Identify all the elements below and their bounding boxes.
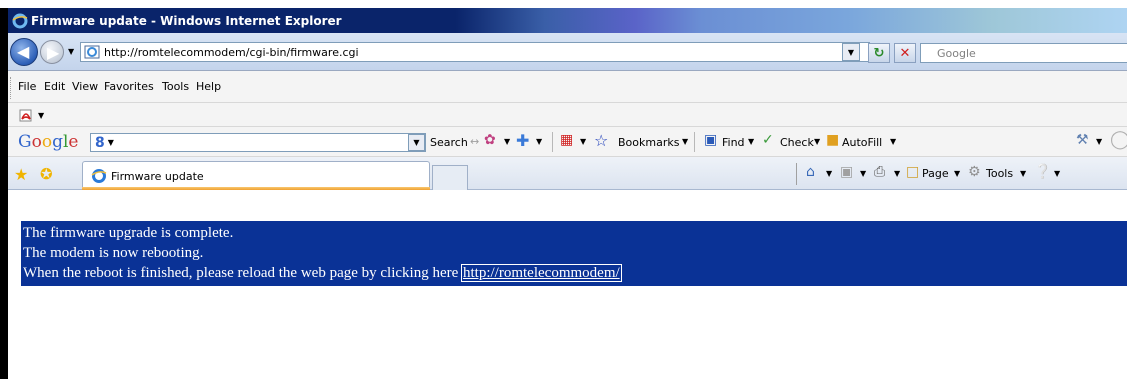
recent-pages-dropdown-icon[interactable]: ▼: [68, 47, 74, 56]
stop-button[interactable]: ✕: [894, 43, 916, 63]
menu-favorites[interactable]: Favorites: [104, 80, 154, 93]
back-button[interactable]: ◀: [10, 38, 38, 66]
pagerank-icon[interactable]: ✿: [484, 133, 496, 147]
toolbar-grip[interactable]: [10, 77, 12, 99]
toolbar-separator: [552, 132, 553, 152]
tab-bar: ★ ✪ Firmware update ⌂ ▼ ▣ ▼ ⎙ ▼ □ Page ▼…: [8, 157, 1127, 190]
menu-file[interactable]: File: [18, 80, 36, 93]
toolbar-separator: [694, 132, 695, 152]
chevron-down-icon[interactable]: ▼: [748, 138, 754, 146]
page-content: The firmware upgrade is complete. The mo…: [8, 191, 1127, 379]
back-arrow-icon: ◀: [17, 42, 30, 61]
chevron-down-icon: ▼: [413, 138, 420, 147]
tab-label: Firmware update: [111, 169, 204, 183]
screen-top-edge: [0, 0, 1127, 8]
chevron-down-icon[interactable]: ▼: [894, 169, 900, 178]
menu-view[interactable]: View: [72, 80, 98, 93]
signin-circle-icon[interactable]: ◯: [1110, 131, 1127, 149]
page-icon: □: [906, 164, 920, 180]
google-g-icon: 8: [95, 134, 105, 151]
chevron-down-icon[interactable]: ▼: [954, 169, 960, 178]
internet-explorer-icon: [12, 13, 28, 28]
print-icon[interactable]: ⎙: [874, 165, 885, 179]
address-url: http://romtelecommodem/cgi-bin/firmware.…: [104, 45, 359, 59]
tools-menu-button[interactable]: Tools: [986, 167, 1013, 180]
bookmarks-button[interactable]: Bookmarks: [618, 136, 679, 149]
search-placeholder: Google: [937, 46, 976, 60]
firmware-message: The firmware upgrade is complete. The mo…: [21, 221, 1127, 286]
command-bar-separator: [796, 163, 797, 185]
spellcheck-icon[interactable]: ✓: [762, 133, 774, 147]
menu-edit[interactable]: Edit: [44, 80, 65, 93]
page-menu-button[interactable]: Page: [922, 167, 949, 180]
rss-feed-icon[interactable]: ▣: [840, 165, 853, 179]
chevron-down-icon[interactable]: ▼: [860, 169, 866, 178]
search-input[interactable]: Google: [920, 43, 1127, 63]
message-line-complete: The firmware upgrade is complete.: [23, 225, 234, 241]
active-tab-indicator: [82, 187, 430, 190]
google-toolbar: Google 8 ▼ ▼ Search ↔ ✿ ▼ ✚ ▼ ▦ ▼ ☆ Book…: [8, 127, 1127, 157]
page-ie-icon: [84, 45, 100, 59]
add-plus-icon[interactable]: ✚: [516, 133, 529, 149]
screen-left-edge: [0, 8, 8, 379]
window-title: Firmware update - Windows Internet Explo…: [31, 13, 342, 28]
chevron-down-icon[interactable]: ▼: [536, 138, 542, 146]
wrench-settings-icon[interactable]: ⚒: [1076, 133, 1089, 147]
google-search-input[interactable]: 8 ▼: [90, 133, 426, 152]
new-tab-button[interactable]: [432, 165, 468, 190]
chevron-down-icon[interactable]: ▼: [580, 138, 586, 146]
internet-explorer-icon: [91, 169, 107, 183]
find-button[interactable]: Find: [722, 136, 745, 149]
find-icon[interactable]: ▣: [704, 133, 717, 147]
reload-instruction: When the reboot is finished, please relo…: [23, 265, 459, 281]
home-icon[interactable]: ⌂: [806, 165, 815, 179]
autofill-icon[interactable]: ■: [826, 133, 839, 147]
google-search-button[interactable]: Search: [430, 136, 468, 149]
forward-button[interactable]: ▶: [40, 40, 64, 64]
add-favorites-icon[interactable]: ✪: [40, 165, 53, 183]
forward-arrow-icon: ▶: [47, 43, 60, 62]
check-button[interactable]: Check: [780, 136, 814, 149]
address-toolbar: ◀ ▶ ▼ http://romtelecommodem/cgi-bin/fir…: [8, 33, 1127, 71]
google-search-dropdown[interactable]: ▼: [408, 134, 425, 151]
message-line-reload: When the reboot is finished, please relo…: [21, 263, 1127, 283]
chevron-down-icon[interactable]: ▼: [682, 138, 688, 146]
stop-icon: ✕: [899, 45, 911, 61]
chevron-down-icon: ▼: [107, 138, 114, 147]
acrobat-toolbar: ▼: [8, 103, 1127, 127]
menu-help[interactable]: Help: [196, 80, 221, 93]
refresh-button[interactable]: ↻: [868, 43, 890, 63]
chevron-down-icon[interactable]: ▼: [890, 138, 896, 146]
popup-blocker-icon[interactable]: ▦: [560, 133, 573, 147]
acrobat-icon[interactable]: [18, 107, 34, 123]
menu-tools[interactable]: Tools: [162, 80, 189, 93]
tab-firmware-update[interactable]: Firmware update: [82, 161, 430, 190]
chevron-down-icon[interactable]: ▼: [1020, 169, 1026, 178]
gear-icon: ⚙: [968, 164, 981, 180]
address-input[interactable]: http://romtelecommodem/cgi-bin/firmware.…: [80, 42, 870, 62]
message-line-rebooting: The modem is now rebooting.: [23, 245, 204, 261]
autofill-button[interactable]: AutoFill: [842, 136, 882, 149]
google-logo[interactable]: Google: [18, 132, 78, 152]
resize-arrows-icon: ↔: [470, 135, 480, 148]
refresh-icon: ↻: [873, 45, 885, 61]
menu-bar: File Edit View Favorites Tools Help: [8, 71, 1127, 103]
bookmarks-star-icon[interactable]: ☆: [594, 133, 608, 149]
chevron-down-icon: ▼: [847, 47, 855, 57]
chevron-down-icon[interactable]: ▼: [814, 138, 820, 146]
chevron-down-icon[interactable]: ▼: [826, 169, 832, 178]
help-icon[interactable]: ❔: [1034, 165, 1051, 179]
chevron-down-icon[interactable]: ▼: [1096, 138, 1102, 146]
favorites-star-icon[interactable]: ★: [14, 165, 28, 184]
address-dropdown-button[interactable]: ▼: [842, 43, 860, 61]
acrobat-dropdown-icon[interactable]: ▼: [38, 111, 44, 120]
chevron-down-icon[interactable]: ▼: [1054, 169, 1060, 178]
title-bar: Firmware update - Windows Internet Explo…: [8, 8, 1127, 33]
chevron-down-icon[interactable]: ▼: [504, 138, 510, 146]
modem-home-link[interactable]: http://romtelecommodem/: [461, 264, 622, 282]
